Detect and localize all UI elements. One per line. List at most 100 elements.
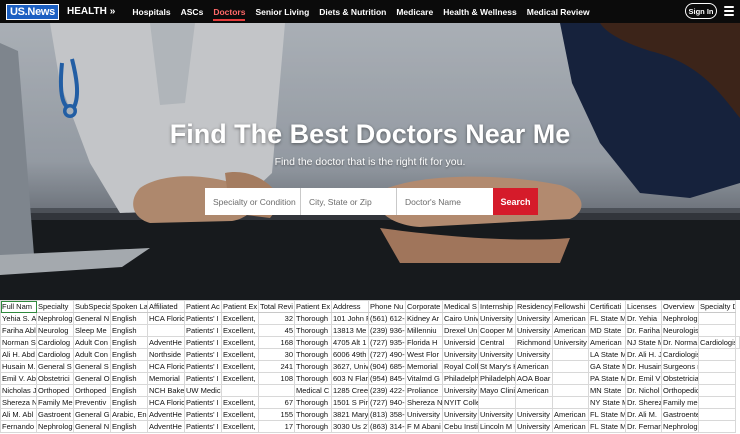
health-section-link[interactable]: HEALTH »: [67, 6, 115, 17]
table-cell[interactable]: Philadelphia College: [478, 372, 516, 385]
table-cell[interactable]: Ali H. Abd: [0, 348, 37, 361]
table-cell[interactable]: 67: [258, 396, 295, 409]
search-button[interactable]: Search: [493, 188, 538, 215]
table-cell[interactable]: 17: [258, 420, 295, 433]
table-cell[interactable]: AdventHe: [147, 336, 185, 349]
table-cell[interactable]: Dr. Norma: [661, 336, 699, 349]
table-cell[interactable]: 1285 Cree: [331, 384, 369, 397]
table-cell[interactable]: General N: [73, 420, 111, 433]
table-cell[interactable]: 3821 Mary: [331, 408, 369, 421]
table-cell[interactable]: English: [110, 396, 148, 409]
table-cell[interactable]: Patients' I: [184, 312, 222, 325]
table-cell[interactable]: NY State M: [588, 396, 626, 409]
table-cell[interactable]: NCH Baker Hospital,: [147, 384, 185, 397]
table-cell[interactable]: English: [110, 312, 148, 325]
table-cell[interactable]: English: [110, 324, 148, 337]
table-cell[interactable]: Thorough: [294, 348, 332, 361]
column-header[interactable]: Spoken La: [110, 300, 148, 313]
table-cell[interactable]: 3627, Univ: [331, 360, 369, 373]
table-cell[interactable]: Lincoln M: [478, 420, 516, 433]
table-cell[interactable]: Adult Con: [73, 336, 111, 349]
table-cell[interactable]: Nephrologists: [661, 420, 699, 433]
column-header[interactable]: Fellowshi: [552, 300, 589, 313]
table-cell[interactable]: [698, 408, 736, 421]
table-cell[interactable]: UW Medicine-Valley: [184, 384, 222, 397]
table-cell[interactable]: 108: [258, 372, 295, 385]
column-header[interactable]: Patient Ex: [294, 300, 332, 313]
column-header[interactable]: Affiliated: [147, 300, 185, 313]
nav-link-medical-review[interactable]: Medical Review: [522, 0, 595, 23]
table-cell[interactable]: 101 John F: [331, 312, 369, 325]
table-cell[interactable]: University: [515, 420, 553, 433]
table-cell[interactable]: Family medic: [661, 396, 699, 409]
table-cell[interactable]: Proliance: [405, 384, 443, 397]
table-cell[interactable]: Cardiologists: [661, 348, 699, 361]
table-cell[interactable]: General S: [36, 360, 74, 373]
table-row[interactable]: Emil V. Ab Obstetrici General O English Memo…: [0, 372, 740, 385]
specialty-input[interactable]: Specialty or Condition: [205, 188, 301, 215]
table-cell[interactable]: Shereza N: [405, 396, 443, 409]
table-cell[interactable]: Fernando: [0, 420, 37, 433]
table-cell[interactable]: Arabic, En: [110, 408, 148, 421]
column-header[interactable]: Corporate: [405, 300, 443, 313]
table-cell[interactable]: [698, 360, 736, 373]
table-cell[interactable]: (239) 422-: [368, 384, 406, 397]
column-header[interactable]: Certificati: [588, 300, 626, 313]
table-cell[interactable]: Thorough: [294, 324, 332, 337]
table-cell[interactable]: 3030 Us 27: [331, 420, 369, 433]
table-cell[interactable]: English: [110, 348, 148, 361]
table-cell[interactable]: University of Baghd: [442, 408, 479, 421]
table-cell[interactable]: Thorough: [294, 396, 332, 409]
table-cell[interactable]: University of Toledo: [515, 348, 553, 361]
column-header[interactable]: SubSpecia: [73, 300, 111, 313]
table-cell[interactable]: [698, 396, 736, 409]
table-cell[interactable]: [147, 324, 185, 337]
table-cell[interactable]: English: [110, 336, 148, 349]
table-cell[interactable]: F M Abani: [405, 420, 443, 433]
table-cell[interactable]: Dr. Fariha: [625, 324, 662, 337]
table-cell[interactable]: Obstetrician-g: [661, 372, 699, 385]
nav-link-medicare[interactable]: Medicare: [391, 0, 438, 23]
table-cell[interactable]: Cebu Institute of Me: [442, 420, 479, 433]
table-cell[interactable]: HCA Floric: [147, 360, 185, 373]
table-cell[interactable]: University of Wiscor: [442, 384, 479, 397]
table-cell[interactable]: [552, 360, 589, 373]
table-cell[interactable]: American: [552, 420, 589, 433]
table-cell[interactable]: University: [515, 408, 553, 421]
table-cell[interactable]: Kidney Ar: [405, 312, 443, 325]
table-cell[interactable]: 603 N Flan: [331, 372, 369, 385]
table-cell[interactable]: FL State M: [588, 420, 626, 433]
table-cell[interactable]: 13813 Me: [331, 324, 369, 337]
table-cell[interactable]: Patients' I: [184, 360, 222, 373]
table-cell[interactable]: AdventHe: [147, 408, 185, 421]
table-cell[interactable]: [698, 312, 736, 325]
column-header[interactable]: Specialty Deta: [698, 300, 736, 313]
table-cell[interactable]: [735, 336, 740, 349]
table-cell[interactable]: Adult Con: [73, 348, 111, 361]
table-cell[interactable]: Shereza N: [0, 396, 37, 409]
table-cell[interactable]: English: [110, 420, 148, 433]
table-cell[interactable]: Thorough: [294, 372, 332, 385]
table-cell[interactable]: West Flor: [405, 348, 443, 361]
table-cell[interactable]: 1501 S Pin: [331, 396, 369, 409]
table-cell[interactable]: Thorough: [294, 420, 332, 433]
table-cell[interactable]: Orthoped: [73, 384, 111, 397]
table-cell[interactable]: University of Baghd: [442, 348, 479, 361]
table-cell[interactable]: HCA Floric: [147, 396, 185, 409]
table-cell[interactable]: PA State M: [588, 372, 626, 385]
table-cell[interactable]: 45: [258, 324, 295, 337]
table-cell[interactable]: University: [478, 348, 516, 361]
table-cell[interactable]: American: [515, 384, 553, 397]
sign-in-button[interactable]: Sign In: [685, 3, 717, 19]
table-cell[interactable]: Obstetrici: [36, 372, 74, 385]
table-cell[interactable]: 32: [258, 312, 295, 325]
table-cell[interactable]: Patients' I: [184, 372, 222, 385]
table-cell[interactable]: University: [478, 408, 516, 421]
table-cell[interactable]: Surgeons repa: [661, 360, 699, 373]
table-cell[interactable]: General G: [73, 408, 111, 421]
table-cell[interactable]: University Sch: [478, 312, 516, 325]
table-cell[interactable]: (727) 940-: [368, 396, 406, 409]
table-cell[interactable]: AOA Boar: [515, 372, 553, 385]
table-cell[interactable]: Norman S: [0, 336, 37, 349]
column-header[interactable]: Patient Ex: [221, 300, 259, 313]
